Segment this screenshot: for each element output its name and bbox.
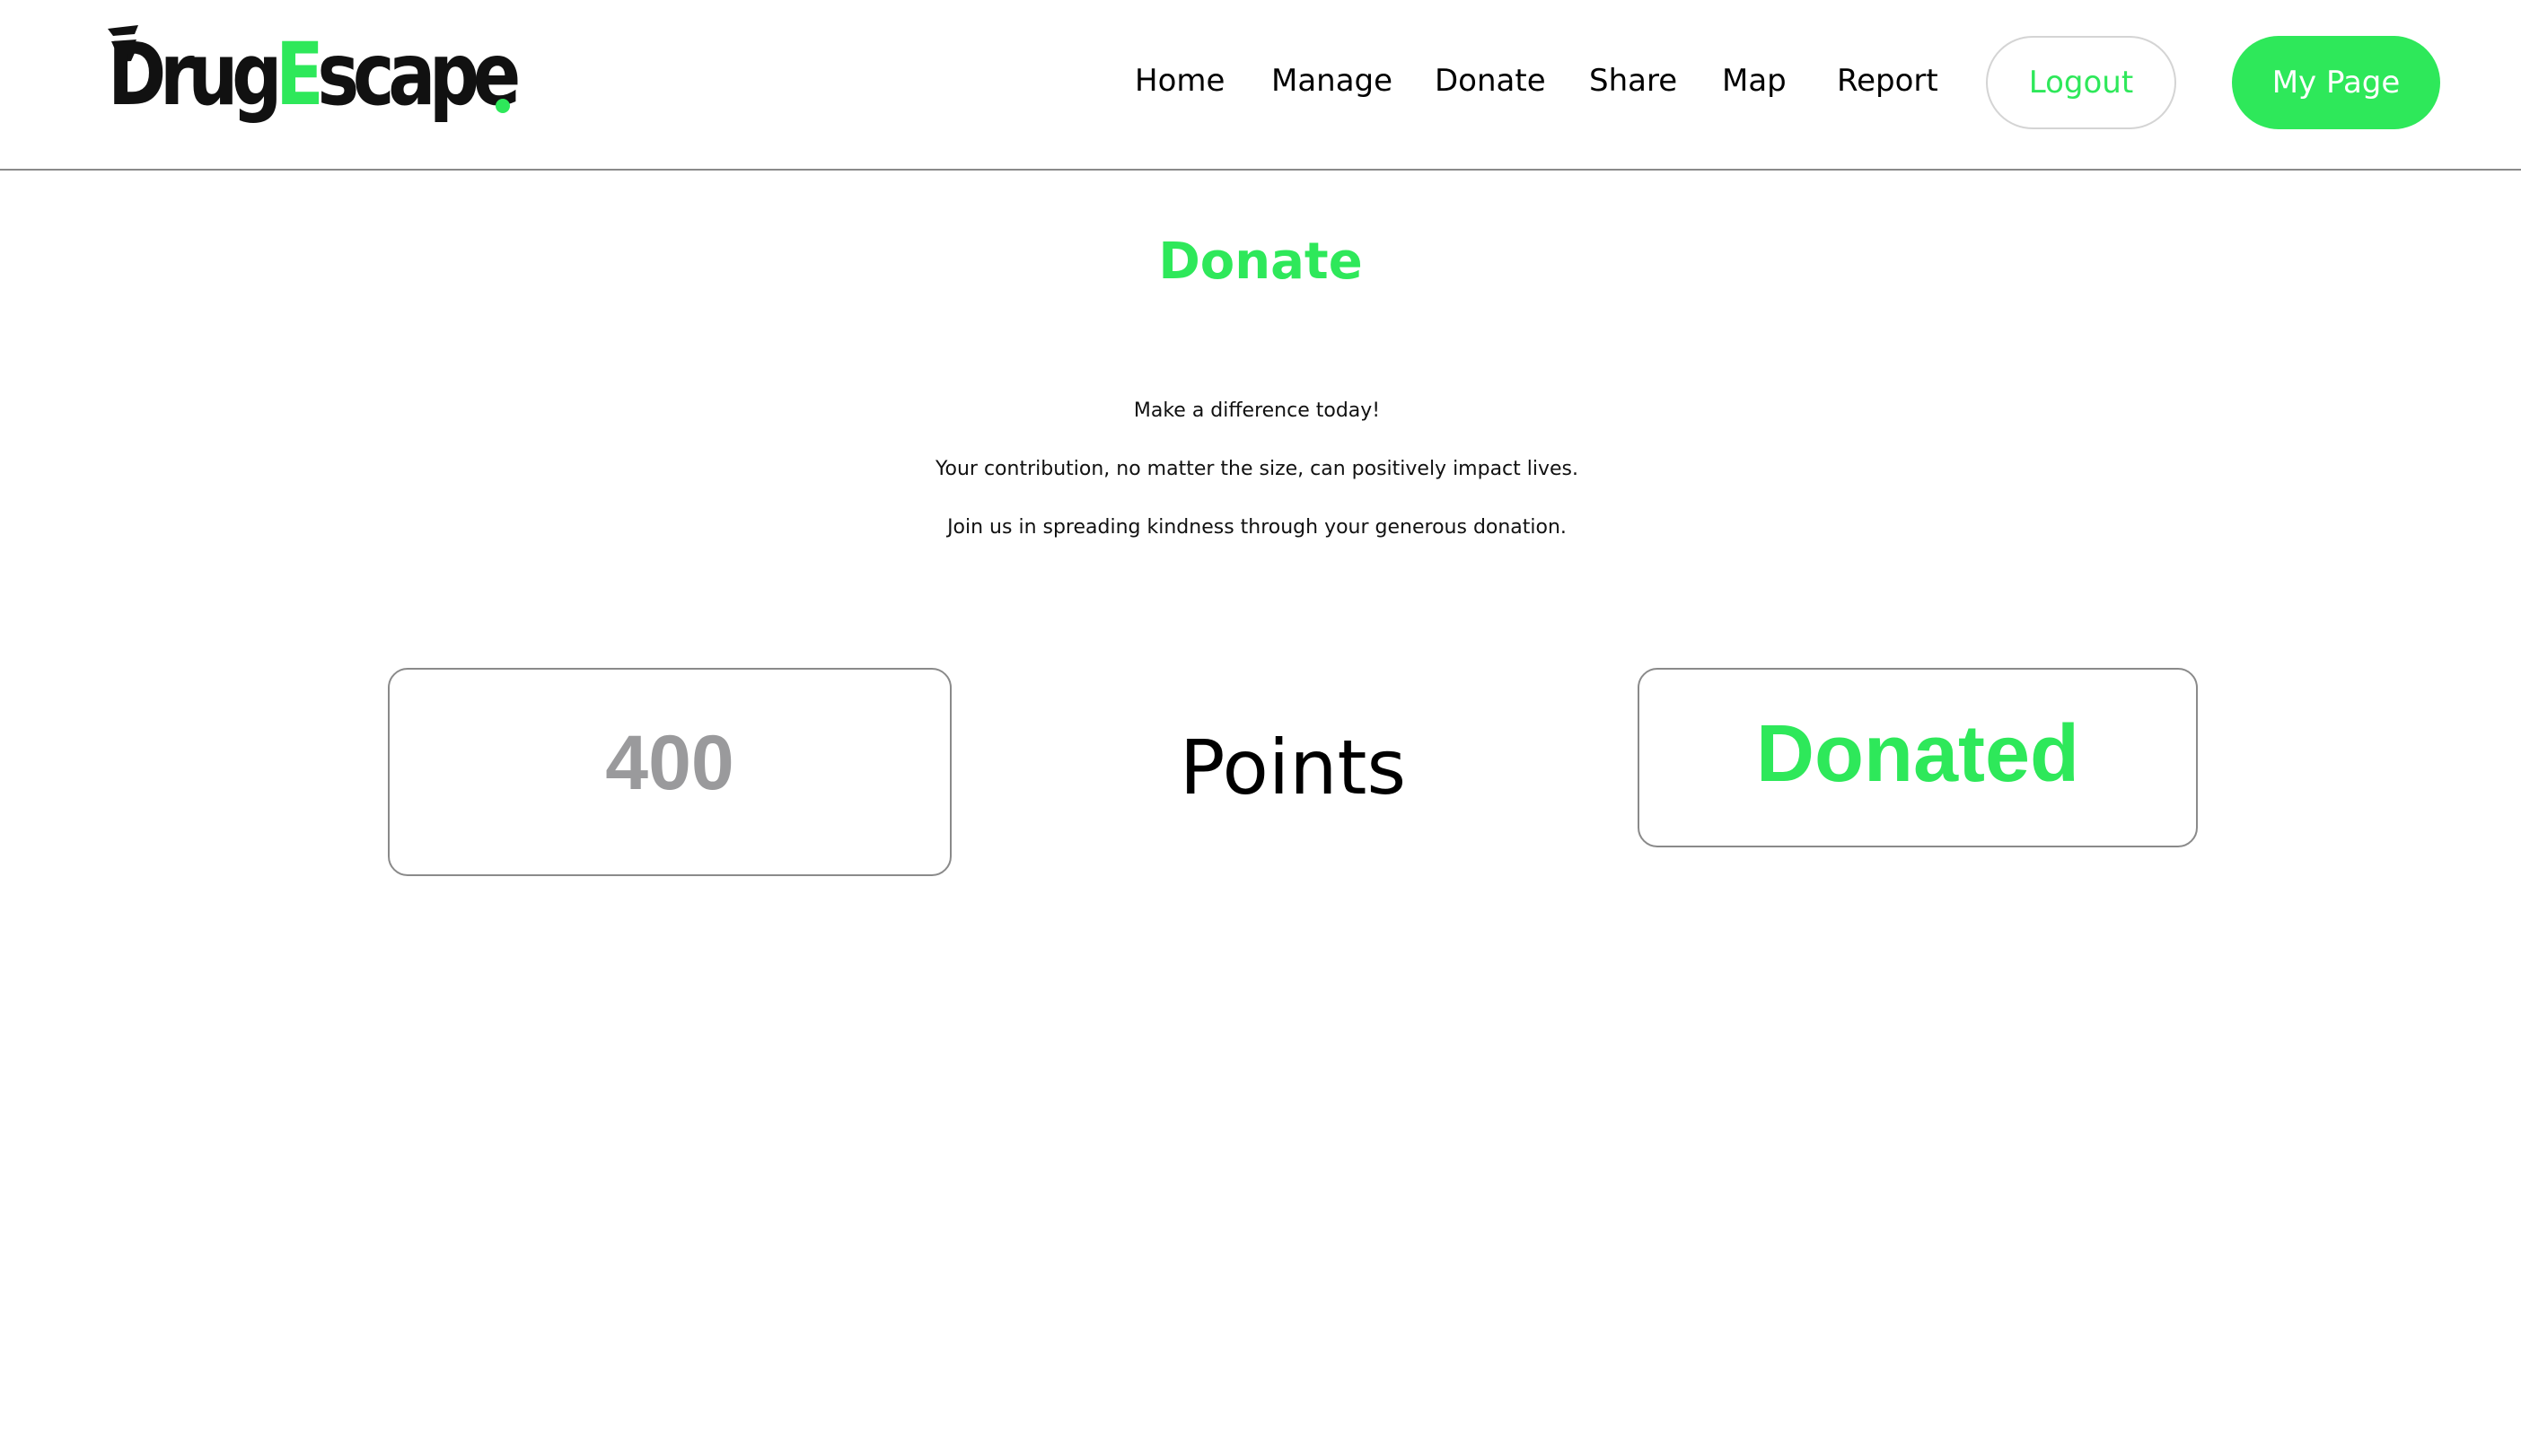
drugescape-logo[interactable]: DrugEscape — [108, 16, 521, 133]
nav-share[interactable]: Share — [1589, 56, 1677, 106]
intro-line-2: Your contribution, no matter the size, c… — [935, 458, 1579, 480]
page-title: Donate — [1158, 232, 1363, 291]
points-value: 400 — [605, 720, 734, 806]
intro-line-3: Join us in spreading kindness through yo… — [947, 516, 1567, 539]
nav-map[interactable]: Map — [1722, 56, 1787, 106]
nav-manage[interactable]: Manage — [1271, 56, 1392, 106]
logo-text-drug: Drug — [108, 24, 282, 125]
donated-label: Donated — [1756, 709, 2079, 799]
points-display-box: 400 — [388, 668, 952, 876]
nav-report[interactable]: Report — [1837, 56, 1938, 106]
points-label: Points — [1179, 724, 1407, 811]
logo-dot — [496, 99, 510, 113]
logout-button[interactable]: Logout — [1986, 36, 2176, 129]
donated-button[interactable]: Donated — [1638, 668, 2198, 847]
my-page-button[interactable]: My Page — [2232, 36, 2440, 129]
logo-wordmark: DrugEscape — [108, 16, 521, 133]
logo-text-scape: scape — [317, 24, 521, 125]
nav-home[interactable]: Home — [1135, 56, 1225, 106]
nav-donate[interactable]: Donate — [1435, 56, 1546, 106]
site-header: DrugEscape Home Manage Donate Share Map … — [0, 0, 2521, 171]
intro-line-1: Make a difference today! — [1133, 399, 1381, 422]
logo-text-e: E — [276, 24, 324, 125]
